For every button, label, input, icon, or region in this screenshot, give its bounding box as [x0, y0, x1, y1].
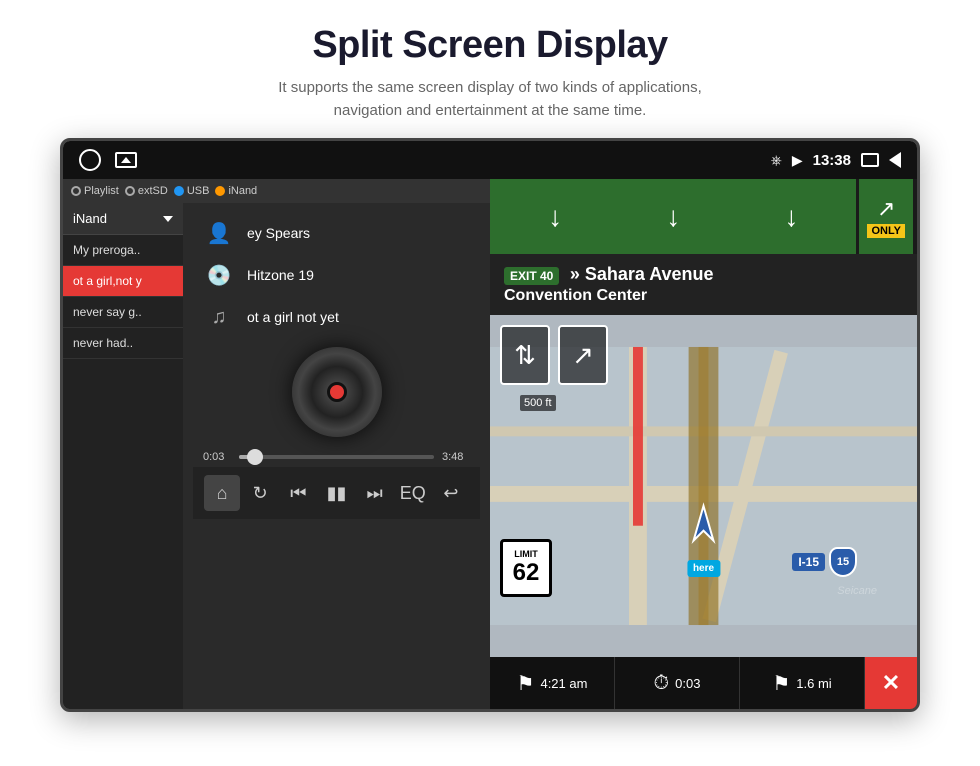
arrow-down-3: ↓ — [784, 201, 798, 233]
nav-close-button[interactable]: ✕ — [865, 657, 917, 709]
speed-limit: LIMIT 62 — [500, 539, 552, 597]
ft-label: 500 ft — [520, 395, 556, 411]
nav-bottom-bar: ⚑ 4:21 am ⏱ 0:03 ⚑ 1.6 mi ✕ — [490, 657, 917, 709]
album-art — [193, 347, 480, 437]
checkered-icon-1: ⚑ — [517, 671, 535, 696]
source-tab-usb[interactable]: USB — [174, 185, 210, 197]
sign-only: ↗ ONLY — [856, 179, 913, 254]
watermark: Seicane — [837, 585, 877, 597]
bluetooth-icon: ⎈ — [771, 152, 782, 169]
split-content: Playlist extSD USB iNand — [63, 179, 917, 709]
extsd-radio — [125, 186, 135, 196]
chevron-down-icon — [163, 216, 173, 222]
page-title: Split Screen Display — [20, 24, 960, 67]
only-arrow-icon: ↗ — [877, 196, 895, 222]
source-tab-extsd[interactable]: extSD — [125, 185, 168, 197]
window-icon — [861, 153, 879, 167]
disc-icon: 💿 — [203, 259, 235, 291]
progress-thumb — [247, 449, 263, 465]
device-frame: ⎈ ▶ 13:38 Playlist extSD — [60, 138, 920, 712]
status-bar-left — [79, 149, 137, 171]
playlist-item-1[interactable]: ot a girl,not y — [63, 266, 183, 297]
status-bar-right: ⎈ ▶ 13:38 — [771, 152, 901, 169]
repeat-button[interactable]: ↻ — [242, 475, 278, 511]
exit-badge: EXIT 40 — [504, 267, 559, 285]
here-logo: here — [687, 560, 720, 577]
total-time: 3:48 — [442, 451, 470, 463]
play-pause-button[interactable]: ▮▮ — [318, 475, 354, 511]
usb-radio — [174, 186, 184, 196]
direction-text: » Sahara Avenue — [570, 264, 714, 284]
artist-label: ey Spears — [247, 225, 310, 241]
i15-badge: I-15 15 — [792, 547, 857, 577]
road-signs: ↓ ↓ ↓ ↗ ONLY — [490, 179, 917, 254]
location-icon: ▶ — [792, 152, 803, 169]
playlist-item-2[interactable]: never say g.. — [63, 297, 183, 328]
status-bar: ⎈ ▶ 13:38 — [63, 141, 917, 179]
source-tab-playlist[interactable]: Playlist — [71, 185, 119, 197]
only-label: ONLY — [867, 224, 905, 238]
playlist-item-3[interactable]: never had.. — [63, 328, 183, 359]
nav-eta: ⚑ 4:21 am — [490, 657, 615, 709]
disc-outer — [292, 347, 382, 437]
turn-box-right: ↗ — [558, 325, 608, 385]
speed-limit-number: 62 — [513, 559, 540, 587]
album-row: 💿 Hitzone 19 — [203, 259, 314, 291]
home-button[interactable]: ⌂ — [204, 475, 240, 511]
sign-arrows: ↓ ↓ ↓ — [490, 179, 856, 254]
nav-elapsed: ⏱ 0:03 — [615, 657, 740, 709]
person-icon: 👤 — [203, 217, 235, 249]
turn-box-straight: ⇅ — [500, 325, 550, 385]
sidebar-source-selector[interactable]: iNand — [63, 203, 183, 235]
page-header: Split Screen Display It supports the sam… — [0, 0, 980, 138]
prev-button[interactable]: ⏮ — [280, 475, 316, 511]
next-button[interactable]: ⏭ — [357, 475, 393, 511]
circle-icon — [79, 149, 101, 171]
map-canvas: ⇅ ↗ 500 ft 0.2 mi LIMIT 62 here I-15 15 … — [490, 315, 917, 657]
navigation-panel: ↓ ↓ ↓ ↗ ONLY EXIT 40 » Sahara Avenue Con… — [490, 179, 917, 709]
remaining-distance: 1.6 mi — [796, 676, 831, 691]
music-panel: Playlist extSD USB iNand — [63, 179, 490, 709]
page-subtitle: It supports the same screen display of t… — [20, 77, 960, 122]
divider — [913, 179, 917, 254]
disc-inner — [327, 382, 347, 402]
title-row: ♫ ot a girl not yet — [203, 301, 339, 333]
album-label: Hitzone 19 — [247, 267, 314, 283]
playlist-item-0[interactable]: My preroga.. — [63, 235, 183, 266]
inand-radio — [215, 186, 225, 196]
arrow-down-1: ↓ — [548, 201, 562, 233]
eta-time: 4:21 am — [540, 676, 587, 691]
progress-area: 0:03 3:48 — [193, 447, 480, 467]
eq-button[interactable]: EQ — [395, 475, 431, 511]
checkered-icon-2: ⚑ — [772, 671, 790, 696]
source-tabs: Playlist extSD USB iNand — [63, 179, 490, 203]
speed-limit-label: LIMIT — [514, 549, 538, 559]
playlist-radio — [71, 186, 81, 196]
controls-bar: ⌂ ↻ ⏮ ▮▮ ⏭ EQ ↩ — [193, 467, 480, 519]
note-icon: ♫ — [203, 301, 235, 333]
music-sidebar: iNand My preroga.. ot a girl,not y never… — [63, 203, 183, 709]
image-icon — [115, 152, 137, 168]
turn-indicators: ⇅ ↗ — [500, 325, 608, 385]
clock-icon: ⏱ — [654, 672, 670, 695]
direction-line1: EXIT 40 » Sahara Avenue — [504, 264, 903, 285]
arrow-down-2: ↓ — [666, 201, 680, 233]
direction-subdirection: Convention Center — [504, 287, 903, 305]
back-arrow-icon — [889, 152, 901, 168]
back-button[interactable]: ↩ — [433, 475, 469, 511]
time-display: 13:38 — [813, 152, 851, 169]
track-info: 👤 ey Spears 💿 Hitzone 19 ♫ ot a girl not… — [193, 213, 480, 337]
music-body: iNand My preroga.. ot a girl,not y never… — [63, 203, 490, 709]
artist-row: 👤 ey Spears — [203, 217, 310, 249]
elapsed-time: 0:03 — [675, 676, 700, 691]
current-time: 0:03 — [203, 451, 231, 463]
progress-bar[interactable] — [239, 455, 434, 459]
i15-text: I-15 — [792, 553, 825, 571]
music-main: 👤 ey Spears 💿 Hitzone 19 ♫ ot a girl not… — [183, 203, 490, 709]
nav-distance: ⚑ 1.6 mi — [740, 657, 865, 709]
source-tab-inand[interactable]: iNand — [215, 185, 257, 197]
i15-shield: 15 — [829, 547, 857, 577]
direction-banner: EXIT 40 » Sahara Avenue Convention Cente… — [490, 254, 917, 315]
title-label: ot a girl not yet — [247, 309, 339, 325]
